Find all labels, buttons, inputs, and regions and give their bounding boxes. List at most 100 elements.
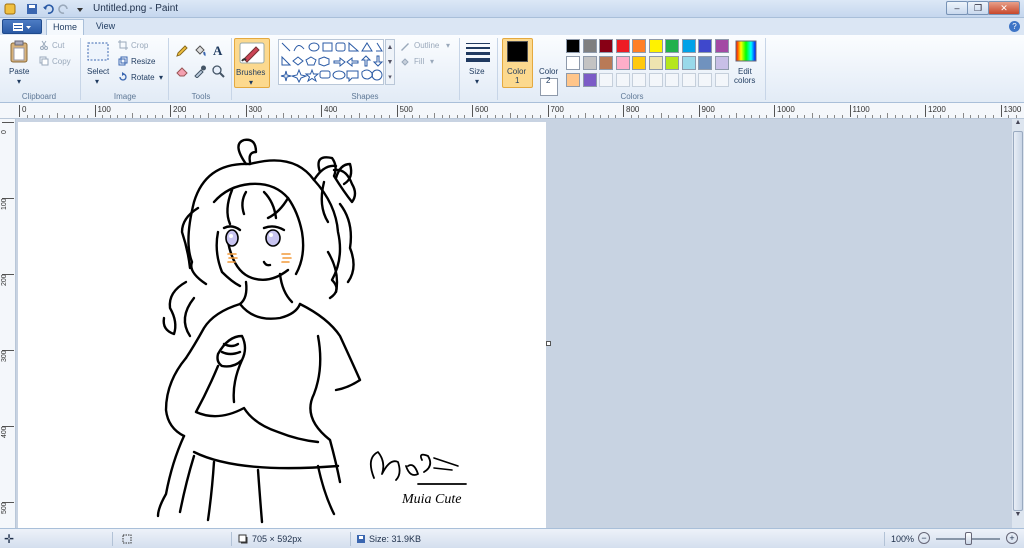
palette-swatch[interactable] [615, 73, 630, 87]
fill-dropdown-icon[interactable]: ▾ [430, 57, 434, 66]
color-picker-icon[interactable] [193, 64, 207, 78]
palette-swatch[interactable] [681, 56, 696, 70]
select-icon[interactable] [87, 42, 109, 62]
shapes-gallery-icons[interactable] [280, 41, 384, 85]
edit-colors-label-1[interactable]: Edit [738, 67, 752, 76]
palette-swatch[interactable] [632, 39, 646, 53]
palette-swatch[interactable] [698, 73, 712, 87]
cut-button[interactable]: Cut [52, 41, 64, 50]
select-dropdown-icon[interactable]: ▾ [95, 77, 99, 86]
palette-swatch[interactable] [648, 73, 663, 87]
ruler-minor-tick [826, 115, 828, 118]
drawing-canvas[interactable]: Muia Cute [18, 122, 546, 528]
palette-swatch[interactable] [615, 56, 630, 70]
palette-swatch[interactable] [665, 73, 679, 87]
paste-dropdown-icon[interactable]: ▾ [17, 77, 21, 86]
zoom-out-button[interactable]: − [918, 532, 930, 544]
rotate-icon[interactable] [118, 72, 128, 82]
palette-swatch[interactable] [681, 39, 696, 53]
paint-menu-button[interactable] [2, 19, 42, 34]
palette-swatch[interactable] [714, 73, 729, 87]
size-icon[interactable] [465, 41, 491, 63]
palette-swatch[interactable] [714, 39, 729, 53]
ruler-minor-tick [479, 115, 481, 118]
size-dropdown-icon[interactable]: ▾ [475, 77, 479, 86]
fill-icon[interactable] [193, 44, 207, 58]
magnifier-icon[interactable] [211, 64, 225, 78]
copy-button[interactable]: Copy [52, 57, 71, 66]
tab-home[interactable]: Home [46, 19, 84, 35]
edit-colors-label-2[interactable]: colors [734, 76, 755, 85]
size-button-label[interactable]: Size [469, 67, 485, 76]
outline-dropdown-icon[interactable]: ▾ [446, 41, 450, 50]
canvas-resize-handle[interactable] [546, 341, 551, 346]
paste-button-label[interactable]: Paste [9, 67, 29, 76]
palette-swatch[interactable] [632, 73, 646, 87]
scroll-thumb[interactable] [1013, 131, 1023, 511]
color2-label[interactable]: Color [539, 67, 558, 76]
palette-swatch[interactable] [582, 73, 597, 87]
vertical-scrollbar[interactable]: ▲ ▼ [1012, 119, 1024, 528]
minimize-button[interactable]: – [946, 1, 968, 15]
rotate-dropdown-icon[interactable]: ▾ [159, 73, 163, 82]
palette-swatch[interactable] [566, 56, 580, 70]
zoom-slider-thumb[interactable] [965, 532, 972, 545]
palette-swatch[interactable] [665, 56, 679, 70]
scroll-down-arrow[interactable]: ▼ [1012, 511, 1024, 523]
select-button-label[interactable]: Select [87, 67, 109, 76]
resize-button[interactable]: Resize [131, 57, 155, 66]
canvas-workspace[interactable]: Muia Cute ▲ ▼ [16, 119, 1024, 528]
ruler-minor-tick [879, 115, 881, 118]
text-icon[interactable]: A [213, 43, 222, 59]
palette-swatch[interactable] [582, 39, 597, 53]
resize-icon[interactable] [118, 56, 128, 66]
palette-swatch[interactable] [566, 39, 580, 53]
palette-swatch[interactable] [648, 56, 663, 70]
ruler-minor-tick [313, 115, 315, 118]
ruler-minor-tick [200, 115, 202, 118]
ruler-minor-tick [26, 115, 28, 118]
ruler-minor-tick [940, 115, 942, 118]
shapes-scroll[interactable]: ▲ ▼ ▾ [385, 39, 395, 85]
outline-icon[interactable] [400, 41, 410, 51]
eraser-icon[interactable] [175, 64, 189, 78]
crop-button[interactable]: Crop [131, 41, 148, 50]
palette-swatch[interactable] [599, 56, 613, 70]
zoom-in-button[interactable]: + [1006, 532, 1018, 544]
redo-icon[interactable] [58, 3, 70, 15]
quick-access-dropdown-icon[interactable] [74, 3, 86, 15]
ruler-minor-tick [177, 115, 179, 118]
palette-swatch[interactable] [615, 39, 630, 53]
palette-swatch[interactable] [582, 56, 597, 70]
palette-swatch[interactable] [599, 73, 613, 87]
crop-icon[interactable] [118, 40, 128, 50]
palette-swatch[interactable] [566, 73, 580, 87]
palette-swatch[interactable] [698, 39, 712, 53]
ruler-minor-tick [811, 113, 813, 118]
edit-colors-icon[interactable] [735, 40, 757, 62]
tab-view[interactable]: View [88, 19, 123, 35]
ruler-minor-tick [638, 115, 640, 118]
palette-swatch[interactable] [648, 39, 663, 53]
paste-icon[interactable] [8, 40, 32, 64]
palette-swatch[interactable] [665, 39, 679, 53]
rotate-button[interactable]: Rotate [131, 73, 155, 82]
undo-icon[interactable] [42, 3, 54, 15]
copy-icon[interactable] [39, 56, 49, 66]
palette-swatch[interactable] [714, 56, 729, 70]
outline-button[interactable]: Outline [414, 41, 439, 50]
ruler-minor-tick [653, 115, 655, 118]
help-icon[interactable]: ? [1009, 21, 1020, 32]
fill-button[interactable]: Fill [414, 57, 424, 66]
palette-swatch[interactable] [599, 39, 613, 53]
palette-swatch[interactable] [632, 56, 646, 70]
pencil-icon[interactable] [175, 44, 189, 58]
fill-shape-icon[interactable] [400, 57, 410, 67]
cut-icon[interactable] [39, 40, 49, 50]
restore-button[interactable]: ❐ [967, 1, 989, 15]
scroll-up-arrow[interactable]: ▲ [1012, 119, 1024, 131]
save-icon[interactable] [26, 3, 38, 15]
palette-swatch[interactable] [698, 56, 712, 70]
palette-swatch[interactable] [681, 73, 696, 87]
close-button[interactable]: ✕ [988, 1, 1020, 15]
